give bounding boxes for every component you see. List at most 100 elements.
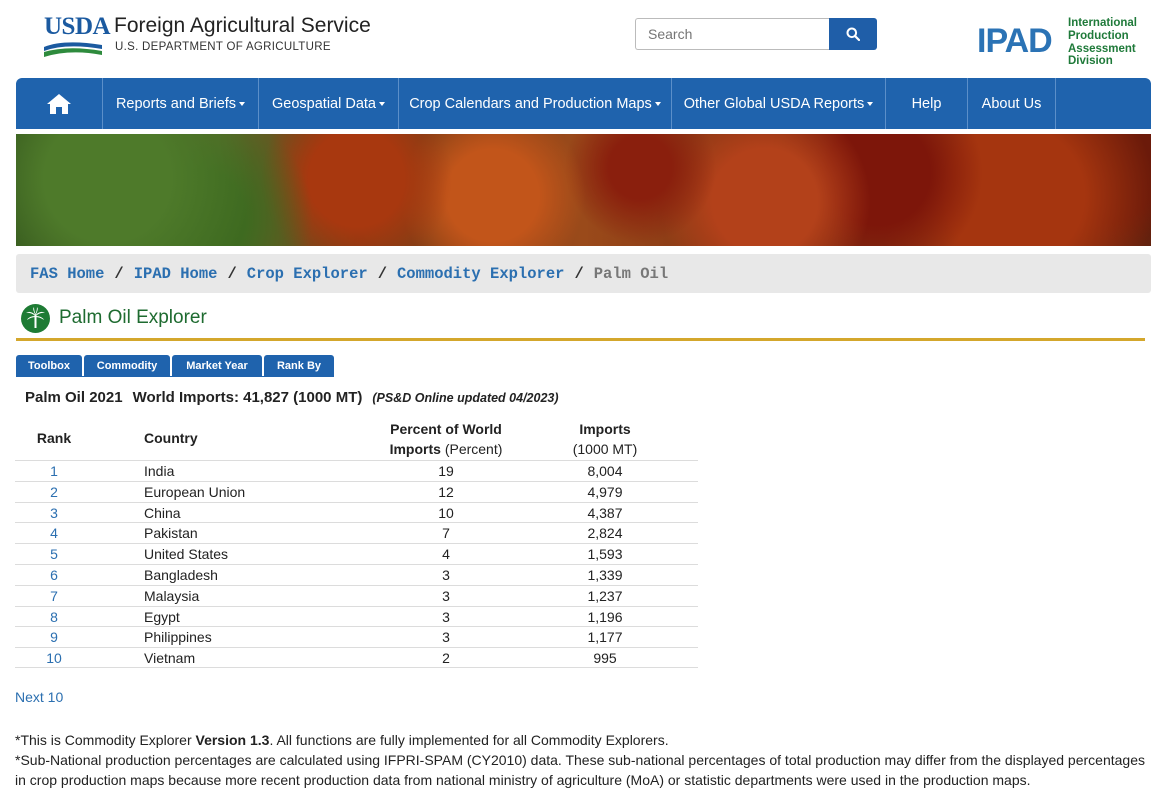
country-name: Pakistan (144, 525, 198, 542)
country-name: Egypt (144, 608, 180, 625)
imports-value: 1,339 (587, 567, 623, 583)
caret-down-icon (867, 101, 874, 106)
palm-tree-icon (21, 304, 50, 333)
search-input[interactable] (635, 18, 829, 50)
rank-link[interactable]: 9 (15, 627, 93, 647)
imports-value: 1,196 (587, 608, 623, 625)
imports-value: 8,004 (587, 463, 623, 479)
usda-logo[interactable]: USDA (44, 13, 111, 58)
tab-toolbox[interactable]: Toolbox (16, 355, 82, 377)
footnote-subnational: *Sub-National production percentages are… (15, 752, 1145, 788)
percent-value: 2 (442, 650, 450, 667)
percent-value: 3 (442, 587, 450, 604)
imports-value: 2,824 (587, 525, 623, 542)
percent-value: 19 (438, 463, 454, 479)
breadcrumb-separator: / (574, 264, 584, 283)
title-divider (16, 338, 1145, 341)
breadcrumb-commodity-explorer[interactable]: Commodity Explorer (397, 265, 564, 283)
country-name: China (144, 504, 181, 521)
percent-value: 10 (438, 504, 454, 521)
summary-world-imports: World Imports: 41,827 (1000 MT) (132, 389, 363, 406)
country-name: India (144, 463, 175, 479)
usda-swoosh-icon (44, 42, 102, 57)
site-header: USDA Foreign Agricultural Service U.S. D… (0, 0, 1166, 78)
breadcrumb-current: Palm Oil (593, 264, 669, 283)
footnote-version: *This is Commodity Explorer Version 1.3.… (15, 732, 669, 748)
breadcrumb-fas-home[interactable]: FAS Home (30, 265, 104, 283)
table-row: 7 Malaysia 3 1,237 (15, 584, 698, 606)
imports-value: 4,387 (587, 504, 623, 521)
tab-rank-by[interactable]: Rank By (264, 355, 334, 377)
ipad-logo[interactable]: IPAD (977, 22, 1053, 60)
table-row: 5 United States 4 1,593 (15, 543, 698, 564)
usda-wordmark: USDA (44, 13, 111, 40)
percent-value: 3 (442, 567, 450, 583)
breadcrumb-separator: / (114, 264, 124, 283)
imports-value: 4,979 (587, 483, 623, 500)
agency-name[interactable]: Foreign Agricultural Service (114, 14, 371, 38)
main-nav: Reports and Briefs Geospatial Data Crop … (16, 78, 1151, 129)
nav-other-global-reports[interactable]: Other Global USDA Reports (672, 78, 886, 129)
rank-link[interactable]: 10 (15, 648, 93, 668)
rank-link[interactable]: 1 (15, 461, 93, 481)
table-row: 4 Pakistan 7 2,824 (15, 522, 698, 543)
caret-down-icon (378, 101, 385, 106)
footnotes: *This is Commodity Explorer Version 1.3.… (15, 730, 1150, 790)
country-name: United States (144, 546, 229, 563)
imports-value: 1,237 (587, 587, 623, 604)
rank-link[interactable]: 8 (15, 607, 93, 627)
imports-value: 1,593 (587, 546, 623, 563)
tool-tabs: Toolbox Commodity Market Year Rank By (16, 355, 336, 377)
summary-line: Palm Oil 2021 World Imports: 41,827 (1000… (25, 389, 559, 406)
rank-link[interactable]: 6 (15, 565, 93, 585)
search-button[interactable] (829, 18, 877, 50)
nav-reports-and-briefs[interactable]: Reports and Briefs (103, 78, 259, 129)
home-icon (47, 93, 71, 114)
nav-home[interactable] (16, 78, 103, 129)
country-name: Bangladesh (144, 567, 218, 583)
header-rank[interactable]: Rank (15, 428, 93, 448)
department-name: U.S. DEPARTMENT OF AGRICULTURE (115, 41, 331, 53)
search-icon (846, 27, 860, 41)
country-name: Philippines (144, 629, 212, 646)
rank-link[interactable]: 5 (15, 544, 93, 564)
percent-value: 3 (442, 608, 450, 625)
table-row: 6 Bangladesh 3 1,339 (15, 564, 698, 585)
rank-link[interactable]: 7 (15, 586, 93, 606)
tab-commodity[interactable]: Commodity (84, 355, 170, 377)
nav-about-us[interactable]: About Us (968, 78, 1056, 129)
imports-value: 1,177 (587, 629, 623, 646)
next-10-link[interactable]: Next 10 (15, 689, 63, 705)
summary-updated: (PS&D Online updated 04/2023) (372, 391, 559, 405)
palm-fruit-banner-image (16, 134, 1151, 246)
header-imports[interactable]: Imports (1000 MT) (555, 419, 655, 459)
breadcrumb-separator: / (227, 264, 237, 283)
breadcrumb: FAS Home / IPAD Home / Crop Explorer / C… (16, 254, 1151, 293)
rank-link[interactable]: 3 (15, 503, 93, 523)
nav-help[interactable]: Help (886, 78, 968, 129)
caret-down-icon (654, 101, 661, 106)
percent-value: 7 (442, 525, 450, 542)
rank-link[interactable]: 4 (15, 523, 93, 543)
country-name: Vietnam (144, 650, 196, 667)
summary-commodity-year: Palm Oil 2021 (25, 389, 123, 406)
nav-crop-calendars[interactable]: Crop Calendars and Production Maps (399, 78, 672, 129)
table-row: 10 Vietnam 2 995 (15, 647, 698, 668)
page-title: Palm Oil Explorer (59, 307, 207, 328)
rank-link[interactable]: 2 (15, 482, 93, 502)
breadcrumb-ipad-home[interactable]: IPAD Home (134, 265, 218, 283)
header-percent[interactable]: Percent of World Imports (Percent) (355, 419, 537, 459)
table-row: 2 European Union 12 4,979 (15, 480, 698, 502)
breadcrumb-crop-explorer[interactable]: Crop Explorer (247, 265, 368, 283)
nav-geospatial-data[interactable]: Geospatial Data (259, 78, 399, 129)
table-row: 3 China 10 4,387 (15, 501, 698, 523)
tab-underline (16, 376, 334, 377)
tab-market-year[interactable]: Market Year (172, 355, 262, 377)
header-country[interactable]: Country (144, 428, 198, 448)
country-name: Malaysia (144, 587, 200, 604)
breadcrumb-separator: / (377, 264, 387, 283)
imports-value: 995 (593, 650, 617, 667)
percent-value: 3 (442, 629, 450, 646)
country-name: European Union (144, 483, 246, 500)
caret-down-icon (239, 101, 246, 106)
